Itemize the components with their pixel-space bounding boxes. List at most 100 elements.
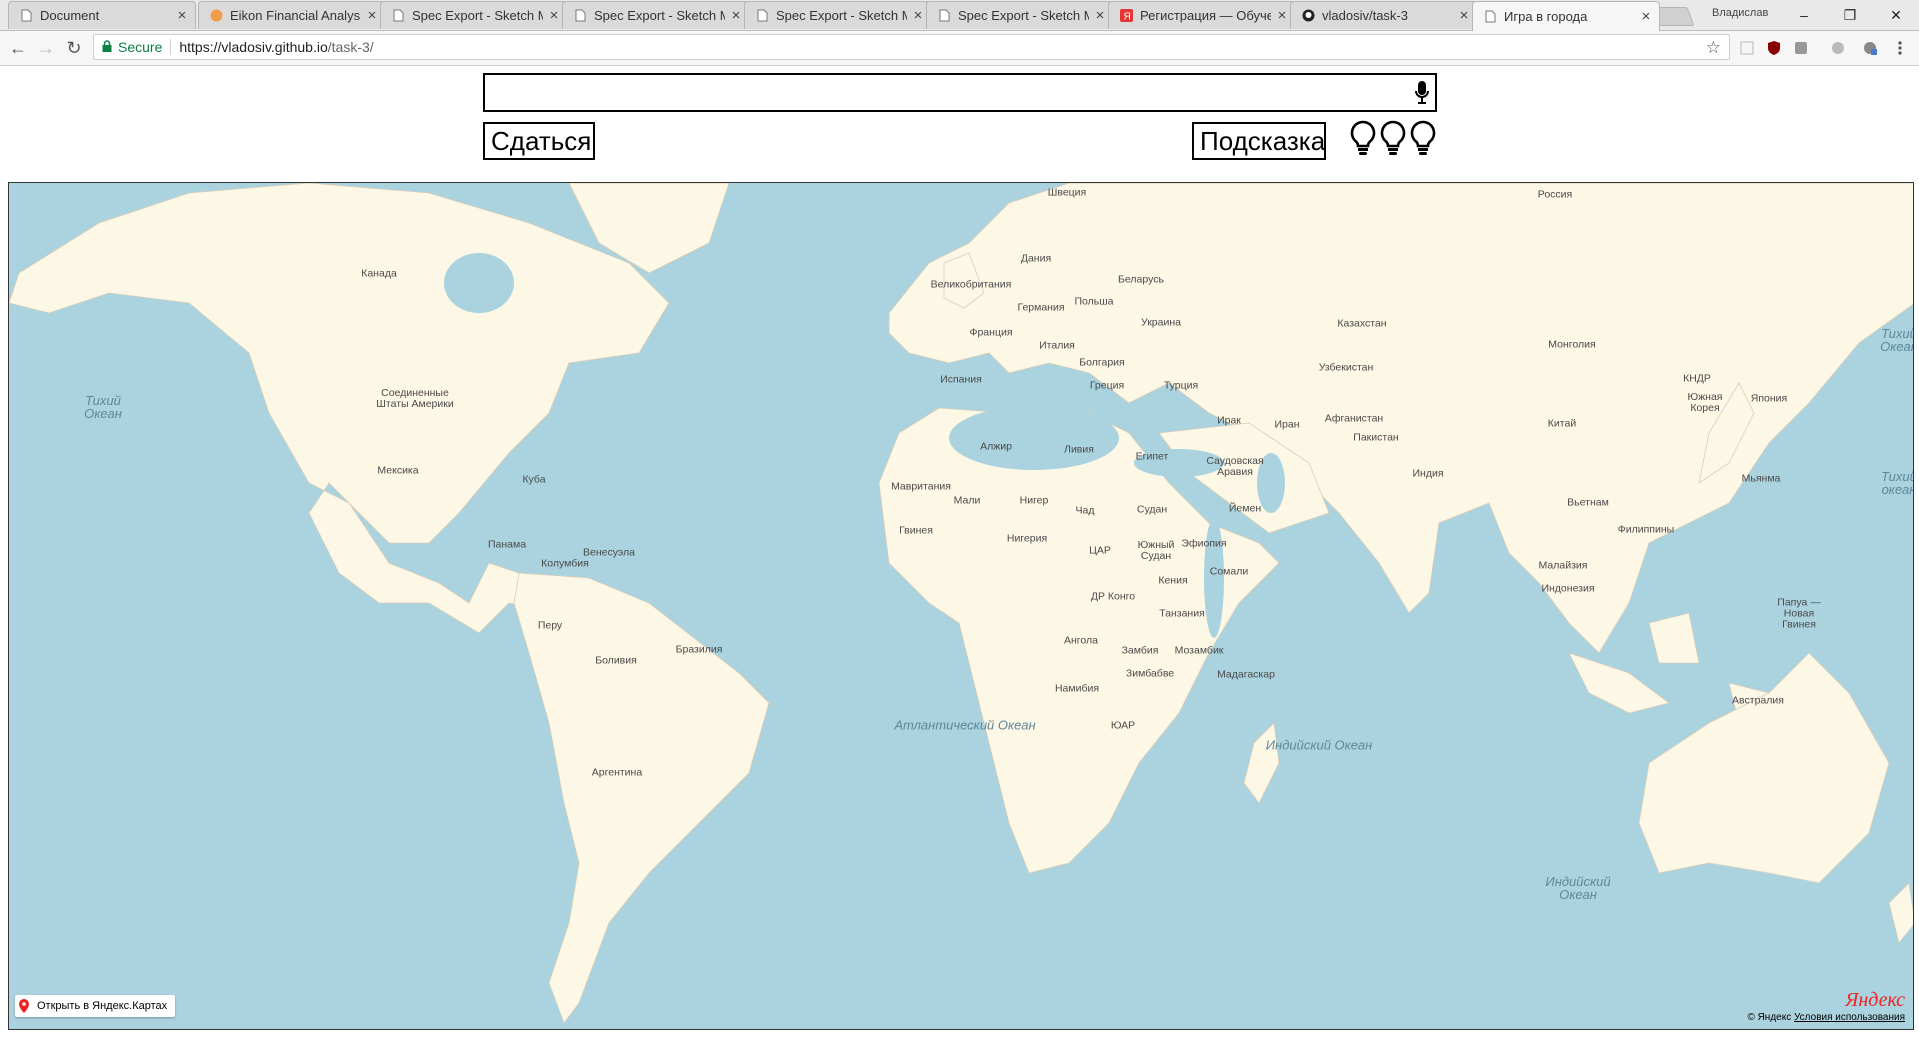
- map-label: Испания: [940, 373, 982, 386]
- close-icon[interactable]: ×: [1457, 8, 1471, 23]
- extension-icon[interactable]: [1791, 38, 1811, 58]
- map-label: Замбия: [1121, 644, 1159, 657]
- ocean-label: Атлантический Океан: [894, 717, 1036, 733]
- map-label: Афганистан: [1324, 412, 1384, 425]
- map-label: Гвинея: [899, 524, 933, 537]
- map-label: Швеция: [1047, 186, 1087, 199]
- map-label: Куба: [522, 473, 546, 486]
- browser-tab[interactable]: Spec Export - Sketch M ×: [926, 1, 1114, 29]
- url-divider: [170, 39, 172, 55]
- map-label: Вьетнам: [1567, 496, 1609, 509]
- browser-tab[interactable]: Document ×: [8, 1, 196, 29]
- map-label: Россия: [1537, 188, 1573, 201]
- map-label: Индия: [1412, 467, 1444, 480]
- close-icon[interactable]: ×: [547, 8, 561, 23]
- map-label: Мадагаскар: [1217, 668, 1275, 681]
- yandex-logo: Яндекс: [1845, 989, 1905, 1011]
- map-label: Беларусь: [1118, 273, 1164, 286]
- map-label: Китай: [1547, 417, 1577, 430]
- forward-icon[interactable]: →: [34, 36, 58, 60]
- hint-button[interactable]: Подсказка: [1192, 122, 1326, 160]
- tab-title: Eikon Financial Analysis: [230, 8, 361, 23]
- open-in-yandex-maps-button[interactable]: Открыть в Яндекс.Картах: [15, 995, 176, 1017]
- menu-icon[interactable]: [1890, 38, 1910, 58]
- map-label: Панама: [487, 538, 527, 551]
- restore-icon[interactable]: ❐: [1830, 3, 1870, 27]
- map-label: Бразилия: [675, 643, 723, 656]
- map-label: Германия: [1017, 301, 1065, 314]
- doc-icon: [937, 9, 951, 23]
- surrender-button[interactable]: Сдаться: [483, 122, 595, 160]
- profile-name[interactable]: Владислав: [1712, 7, 1768, 19]
- map-label: Узбекистан: [1318, 361, 1374, 374]
- github-icon: [1301, 9, 1315, 23]
- tab-title: Игра в города: [1504, 9, 1588, 24]
- close-icon[interactable]: ×: [1093, 8, 1107, 23]
- browser-tab[interactable]: Я Регистрация — Обуче ×: [1108, 1, 1296, 29]
- address-bar[interactable]: Secure https://vladosiv.github.io/task-3…: [93, 34, 1730, 60]
- eikon-icon: [209, 9, 223, 23]
- close-window-icon[interactable]: ✕: [1876, 3, 1916, 27]
- map-label: Италия: [1039, 339, 1075, 352]
- close-icon[interactable]: ×: [1275, 8, 1289, 23]
- city-input[interactable]: [493, 75, 1397, 110]
- back-icon[interactable]: ←: [6, 36, 30, 60]
- browser-tab[interactable]: vladosiv/task-3 ×: [1290, 1, 1478, 29]
- map-label: Аргентина: [591, 766, 643, 779]
- map-label: Эфиопия: [1181, 537, 1227, 550]
- terms-link[interactable]: Условия использования: [1794, 1012, 1905, 1023]
- map-label: Иран: [1274, 418, 1300, 431]
- map-label: Мексика: [377, 464, 419, 477]
- ocean-label: Тихий Океан: [1880, 326, 1914, 354]
- map-label: Судан: [1136, 503, 1168, 516]
- close-icon[interactable]: ×: [911, 8, 925, 23]
- map-label: Соединенные Штаты Америки: [376, 387, 454, 410]
- browser-tab[interactable]: Spec Export - Sketch M ×: [380, 1, 568, 29]
- reload-icon[interactable]: ↻: [62, 36, 86, 60]
- map-label: ДР Конго: [1090, 590, 1136, 603]
- microphone-icon[interactable]: [1415, 81, 1429, 110]
- map-label: Франция: [969, 326, 1013, 339]
- secure-label: Secure: [118, 39, 163, 55]
- map-label: Кения: [1158, 574, 1188, 587]
- world-map[interactable]: Швеция Россия Канада Дания Великобритани…: [8, 182, 1914, 1030]
- doc-icon: [755, 9, 769, 23]
- close-icon[interactable]: ×: [729, 8, 743, 23]
- browser-tab[interactable]: Spec Export - Sketch M ×: [744, 1, 932, 29]
- map-label: Греция: [1089, 379, 1125, 392]
- lightbulb-icon: [1409, 120, 1437, 161]
- map-label: Филиппины: [1617, 523, 1675, 536]
- extension-icon[interactable]: [1860, 38, 1880, 58]
- tab-title: Spec Export - Sketch M: [594, 8, 725, 23]
- map-label: Пакистан: [1353, 431, 1399, 444]
- map-label: Нигер: [1019, 494, 1049, 507]
- map-pin-icon: [19, 999, 29, 1013]
- browser-tab-active[interactable]: Игра в города ×: [1472, 1, 1660, 31]
- map-label: Мьянма: [1741, 472, 1781, 485]
- ocean-label: Индийский Океан: [1545, 874, 1611, 902]
- close-icon[interactable]: ×: [175, 8, 189, 23]
- map-label: ЦАР: [1089, 544, 1111, 557]
- minimize-icon[interactable]: –: [1784, 3, 1824, 27]
- map-label: Дания: [1020, 252, 1052, 265]
- copyright-text: © Яндекс: [1747, 1012, 1792, 1023]
- city-search-field[interactable]: [483, 73, 1437, 112]
- close-icon[interactable]: ×: [365, 8, 379, 23]
- bookmark-star-icon[interactable]: ☆: [1706, 38, 1721, 58]
- browser-tab[interactable]: Eikon Financial Analysis ×: [198, 1, 386, 29]
- extension-icon[interactable]: [1737, 38, 1757, 58]
- ocean-label: Тихий Океан: [84, 393, 122, 421]
- ublock-icon[interactable]: [1764, 38, 1784, 58]
- map-land: [9, 183, 1913, 1024]
- url-path: /task-3/: [327, 39, 374, 55]
- map-label: Саудовская Аравия: [1206, 455, 1264, 478]
- doc-icon: [19, 9, 33, 23]
- browser-tab[interactable]: Spec Export - Sketch M ×: [562, 1, 750, 29]
- map-label: КНДР: [1683, 372, 1711, 385]
- map-label: Польша: [1074, 295, 1114, 308]
- close-icon[interactable]: ×: [1639, 9, 1653, 24]
- map-label: Украина: [1141, 316, 1181, 329]
- open-in-maps-label: Открыть в Яндекс.Картах: [37, 1000, 168, 1012]
- extension-icon[interactable]: [1828, 38, 1848, 58]
- map-label: Колумбия: [541, 557, 589, 570]
